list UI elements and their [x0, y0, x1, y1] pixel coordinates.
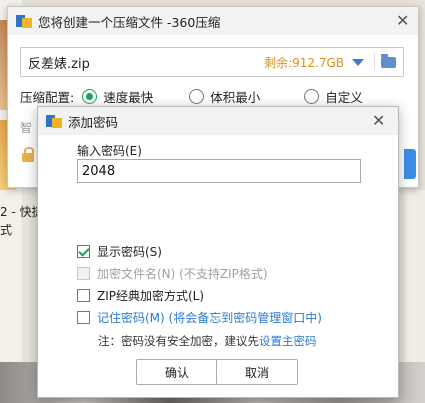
dropdown-arrow-icon[interactable] [352, 58, 364, 66]
compress-button[interactable] [404, 149, 416, 179]
remember-password-checkbox[interactable]: 记住密码(M) (将会备忘到密码管理窗口中) [77, 309, 322, 326]
radio-selected[interactable] [82, 89, 98, 104]
desktop-background [405, 190, 425, 365]
option-smallest[interactable]: 体积最小 [189, 87, 260, 106]
window-titlebar: 您将创建一个压缩文件 -360压缩 ✕ [8, 7, 418, 35]
smart-option-label: 智 [20, 121, 33, 135]
divider [374, 53, 375, 71]
option-fastest[interactable]: 速度最快 [82, 87, 153, 106]
encrypt-filename-checkbox: 加密文件名(N) (不支持ZIP格式) [77, 265, 268, 282]
dialog-title: 添加密码 [68, 114, 119, 130]
desktop-item-label: 式 [0, 223, 13, 237]
zip-classic-encryption-checkbox[interactable]: ZIP经典加密方式(L) [77, 287, 204, 304]
set-master-password-link[interactable]: 设置主密码 [259, 334, 317, 348]
checkbox-disabled [77, 267, 90, 280]
window-title: 您将创建一个压缩文件 -360压缩 [38, 14, 221, 30]
360zip-app-icon [16, 13, 32, 29]
cancel-button[interactable]: 取消 [216, 359, 298, 385]
radio-unselected[interactable] [189, 89, 205, 104]
lock-icon [22, 147, 34, 162]
free-space-label: 剩余:912.7GB [264, 55, 344, 70]
ok-button[interactable]: 确认 [136, 359, 218, 385]
option-custom[interactable]: 自定义 [304, 87, 363, 106]
checkbox-unchecked[interactable] [77, 289, 90, 302]
add-password-dialog: 添加密码 ✕ 输入密码(E) 显示密码(S) 加密文件名(N) (不支持ZIP格… [37, 106, 399, 398]
compression-config-row: 压缩配置: 速度最快 体积最小 自定义 [20, 87, 363, 106]
360zip-app-icon [46, 113, 62, 129]
password-input-label: 输入密码(E) [77, 144, 142, 158]
checkbox-checked[interactable] [77, 245, 90, 258]
close-icon[interactable]: ✕ [372, 111, 385, 130]
folder-icon[interactable] [381, 53, 396, 68]
security-note: 注：密码没有安全加密，建议先设置主密码 [98, 334, 317, 348]
show-password-checkbox[interactable]: 显示密码(S) [77, 243, 162, 260]
config-label: 压缩配置: [20, 90, 75, 105]
archive-path-field[interactable]: 反差婊.zip 剩余:912.7GB [20, 47, 404, 77]
dialog-titlebar: 添加密码 ✕ [38, 107, 398, 135]
close-icon[interactable]: ✕ [396, 11, 409, 30]
archive-name[interactable]: 反差婊.zip [28, 53, 264, 72]
password-input[interactable] [77, 159, 361, 183]
checkbox-unchecked[interactable] [77, 311, 90, 324]
radio-unselected[interactable] [304, 89, 320, 104]
